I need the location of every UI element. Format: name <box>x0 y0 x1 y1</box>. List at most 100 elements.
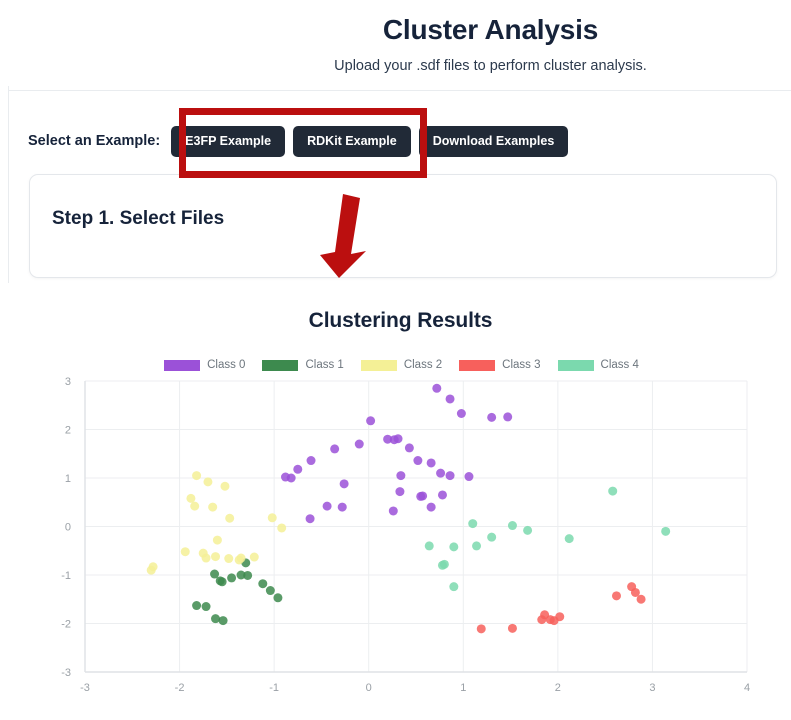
page-subtitle: Upload your .sdf files to perform cluste… <box>0 58 791 74</box>
data-point[interactable] <box>258 579 268 589</box>
data-point[interactable] <box>354 439 364 449</box>
data-point[interactable] <box>464 472 474 482</box>
data-point[interactable] <box>611 591 621 601</box>
data-point[interactable] <box>393 434 403 444</box>
download-examples-button[interactable]: Download Examples <box>418 126 569 157</box>
data-point[interactable] <box>277 523 287 533</box>
data-point[interactable] <box>366 416 376 426</box>
data-point[interactable] <box>337 502 347 512</box>
data-point[interactable] <box>267 513 277 523</box>
rdkit-example-button[interactable]: RDKit Example <box>293 126 411 157</box>
data-point[interactable] <box>265 586 275 596</box>
y-tick-label: -2 <box>61 619 71 631</box>
x-tick-label: -2 <box>175 682 185 694</box>
data-point[interactable] <box>180 547 190 557</box>
plot-tick-labels: -3 -2 -1 0 1 2 3 4 3 2 1 0 -1 -2 -3 <box>61 376 750 694</box>
data-point[interactable] <box>211 614 221 624</box>
top-divider <box>8 90 791 91</box>
plot-data-points <box>146 383 671 634</box>
data-point[interactable] <box>503 412 513 422</box>
e3fp-example-button[interactable]: E3FP Example <box>171 126 286 157</box>
data-point[interactable] <box>217 577 227 587</box>
data-point[interactable] <box>418 491 428 501</box>
data-point[interactable] <box>211 552 221 562</box>
data-point[interactable] <box>476 624 486 634</box>
data-point[interactable] <box>424 541 434 551</box>
data-point[interactable] <box>201 602 211 612</box>
data-point[interactable] <box>249 552 259 562</box>
data-point[interactable] <box>243 570 253 580</box>
data-point[interactable] <box>146 565 156 575</box>
data-point[interactable] <box>220 481 230 491</box>
data-point[interactable] <box>472 541 482 551</box>
x-tick-label: -3 <box>80 682 90 694</box>
data-point[interactable] <box>192 471 202 481</box>
data-point[interactable] <box>273 593 283 603</box>
data-point[interactable] <box>636 594 646 604</box>
data-point[interactable] <box>439 559 449 569</box>
chart-region: Clustering Results Class 0 Class 1 Class 2… <box>0 283 791 720</box>
left-divider <box>8 86 9 283</box>
data-point[interactable] <box>507 623 517 633</box>
page-title-text: Cluster Analysis <box>382 14 599 45</box>
data-point[interactable] <box>436 468 446 478</box>
data-point[interactable] <box>555 612 565 622</box>
data-point[interactable] <box>293 464 303 474</box>
select-example-label: Select an Example: <box>28 133 161 150</box>
data-point[interactable] <box>192 601 202 611</box>
data-point[interactable] <box>437 490 447 500</box>
data-point[interactable] <box>507 521 517 531</box>
data-point[interactable] <box>432 383 442 393</box>
data-point[interactable] <box>234 555 244 565</box>
data-point[interactable] <box>305 514 315 524</box>
data-point[interactable] <box>322 501 332 511</box>
page-title: Cluster Analysis <box>0 14 791 46</box>
data-point[interactable] <box>449 542 459 552</box>
data-point[interactable] <box>608 486 618 496</box>
step-1-card: Step 1. Select Files <box>29 174 777 278</box>
data-point[interactable] <box>395 487 405 497</box>
data-point[interactable] <box>404 443 414 453</box>
data-point[interactable] <box>487 412 497 422</box>
data-point[interactable] <box>208 502 218 512</box>
data-point[interactable] <box>426 502 436 512</box>
data-point[interactable] <box>186 493 196 503</box>
data-point[interactable] <box>426 458 436 468</box>
series-1 <box>192 558 283 626</box>
data-point[interactable] <box>201 553 211 563</box>
data-point[interactable] <box>224 554 234 564</box>
data-point[interactable] <box>190 501 200 511</box>
data-point[interactable] <box>339 479 349 489</box>
series-3 <box>476 582 646 634</box>
x-tick-label: 4 <box>744 682 750 694</box>
data-point[interactable] <box>413 456 423 466</box>
data-point[interactable] <box>227 573 237 583</box>
data-point[interactable] <box>203 477 213 487</box>
data-point[interactable] <box>523 525 533 535</box>
data-point[interactable] <box>449 582 459 592</box>
data-point[interactable] <box>388 506 398 516</box>
data-point[interactable] <box>330 444 340 454</box>
page-subtitle-text: Upload your .sdf files to perform cluste… <box>334 58 647 74</box>
data-point[interactable] <box>225 513 235 523</box>
scatter-plot: -3 -2 -1 0 1 2 3 4 3 2 1 0 -1 -2 -3 <box>0 283 791 720</box>
example-selector-row: Select an Example: E3FP Example RDKit Ex… <box>28 126 569 157</box>
step-1-title: Step 1. Select Files <box>52 208 225 229</box>
data-point[interactable] <box>456 409 466 418</box>
y-tick-label: 0 <box>65 522 71 534</box>
data-point[interactable] <box>212 535 222 545</box>
data-point[interactable] <box>218 616 228 626</box>
data-point[interactable] <box>445 471 455 481</box>
data-point[interactable] <box>445 394 455 404</box>
data-point[interactable] <box>564 534 574 544</box>
x-tick-label: 3 <box>649 682 655 694</box>
y-tick-label: -1 <box>61 570 71 582</box>
data-point[interactable] <box>306 456 316 466</box>
y-tick-label: 3 <box>65 376 71 388</box>
x-tick-label: -1 <box>269 682 279 694</box>
data-point[interactable] <box>487 532 497 542</box>
data-point[interactable] <box>468 519 478 529</box>
data-point[interactable] <box>286 473 296 483</box>
data-point[interactable] <box>396 471 406 481</box>
data-point[interactable] <box>661 526 671 536</box>
